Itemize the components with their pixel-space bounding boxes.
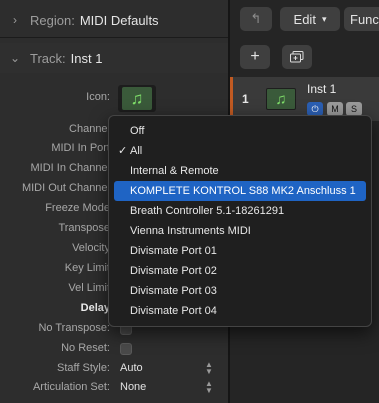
menu-item-label: KOMPLETE KONTROL S88 MK2 Anschluss 1 <box>130 185 356 197</box>
region-header[interactable]: › Region: MIDI Defaults <box>0 5 228 35</box>
menu-item-label: Divismate Port 04 <box>130 305 217 317</box>
menu-item-breath-controller[interactable]: Breath Controller 5.1-18261291 <box>109 201 371 221</box>
field-label: Transpose <box>58 222 110 234</box>
field-label: MIDI In Port <box>51 142 110 154</box>
field-articulation-set[interactable]: Articulation Set: None ▲ ▼ <box>0 378 228 398</box>
region-label: Region: <box>30 12 75 28</box>
mute-label: M <box>331 104 339 114</box>
chevron-right-icon[interactable]: › <box>0 13 30 27</box>
field-label: Key Limit <box>64 262 110 274</box>
menu-item-label: Internal & Remote <box>130 165 219 177</box>
functions-menu-button[interactable]: Func <box>344 7 379 31</box>
power-icon[interactable]: ⏻ <box>307 102 323 116</box>
add-track-button[interactable]: + <box>240 45 270 69</box>
menu-item-label: All <box>130 145 143 157</box>
duplicate-track-icon <box>290 51 304 63</box>
menu-item-divismate-01[interactable]: Divismate Port 01 <box>109 241 371 261</box>
chevron-down-icon: ▾ <box>321 13 327 24</box>
music-note-icon[interactable]: ♫ <box>266 88 296 110</box>
menu-item-all[interactable]: ✓ All <box>109 141 371 161</box>
icon-label: Icon: <box>86 91 110 103</box>
field-label: Vel Limit <box>68 282 110 294</box>
edit-label: Edit <box>293 11 316 27</box>
field-label: Delay <box>80 302 110 314</box>
menu-item-divismate-03[interactable]: Divismate Port 03 <box>109 281 371 301</box>
track-number: 1 <box>242 92 249 106</box>
divider <box>0 37 228 38</box>
plus-icon: + <box>250 48 260 65</box>
track-icon-picker[interactable]: ♫ <box>118 85 156 112</box>
menu-item-vienna-instruments[interactable]: Vienna Instruments MIDI <box>109 221 371 241</box>
menu-item-off[interactable]: Off <box>109 121 371 141</box>
duplicate-track-button[interactable] <box>282 45 312 69</box>
midi-in-port-menu: Off ✓ All Internal & Remote KOMPLETE KON… <box>108 115 372 327</box>
music-note-icon: ♫ <box>122 87 152 110</box>
menu-item-divismate-04[interactable]: Divismate Port 04 <box>109 301 371 321</box>
field-label: No Reset: <box>61 342 110 354</box>
arrow-up-left-icon: ↰ <box>250 11 262 26</box>
updown-chevron-icon: ▲ ▼ <box>205 360 213 376</box>
field-label: MIDI In Channel <box>30 162 110 174</box>
field-label: Velocity <box>72 242 110 254</box>
mute-button[interactable]: M <box>327 102 343 116</box>
icon-row: Icon: <box>0 88 228 108</box>
field-label: Channel <box>69 123 110 135</box>
menu-item-label: Divismate Port 01 <box>130 245 217 257</box>
track-value: Inst 1 <box>70 50 103 66</box>
field-staff-style[interactable]: Staff Style: Auto ▲ ▼ <box>0 359 228 379</box>
track-name[interactable]: Inst 1 <box>307 82 336 96</box>
menu-item-label: Divismate Port 02 <box>130 265 217 277</box>
menu-item-label: Breath Controller 5.1-18261291 <box>130 205 285 217</box>
menu-item-label: Off <box>130 125 145 137</box>
menu-item-label: Divismate Port 03 <box>130 285 217 297</box>
field-label: Staff Style: <box>57 362 110 374</box>
back-button[interactable]: ↰ <box>240 7 272 31</box>
field-no-reset: No Reset: <box>0 339 228 359</box>
menu-item-label: Vienna Instruments MIDI <box>130 225 251 237</box>
no-reset-checkbox[interactable] <box>120 343 132 355</box>
menu-item-komplete-kontrol[interactable]: KOMPLETE KONTROL S88 MK2 Anschluss 1 <box>114 181 366 201</box>
field-label: Freeze Mode <box>45 202 110 214</box>
solo-button[interactable]: S <box>346 102 362 116</box>
staff-style-value[interactable]: Auto <box>120 362 143 374</box>
track-label: Track: <box>30 50 66 66</box>
functions-label: Func <box>350 11 379 27</box>
menu-item-internal-remote[interactable]: Internal & Remote <box>109 161 371 181</box>
edit-menu-button[interactable]: Edit ▾ <box>280 7 340 31</box>
articulation-set-value[interactable]: None <box>120 381 146 393</box>
menu-item-divismate-02[interactable]: Divismate Port 02 <box>109 261 371 281</box>
field-label: MIDI Out Channel <box>21 182 110 194</box>
solo-label: S <box>350 104 357 114</box>
field-label: No Transpose: <box>38 322 110 334</box>
chevron-down-icon[interactable]: ⌄ <box>0 51 30 65</box>
track-header[interactable]: ⌄ Track: Inst 1 <box>0 43 228 73</box>
updown-chevron-icon: ▲ ▼ <box>205 379 213 395</box>
field-label: Articulation Set: <box>32 381 110 393</box>
region-value: MIDI Defaults <box>79 12 159 28</box>
checkmark-icon: ✓ <box>118 145 128 157</box>
